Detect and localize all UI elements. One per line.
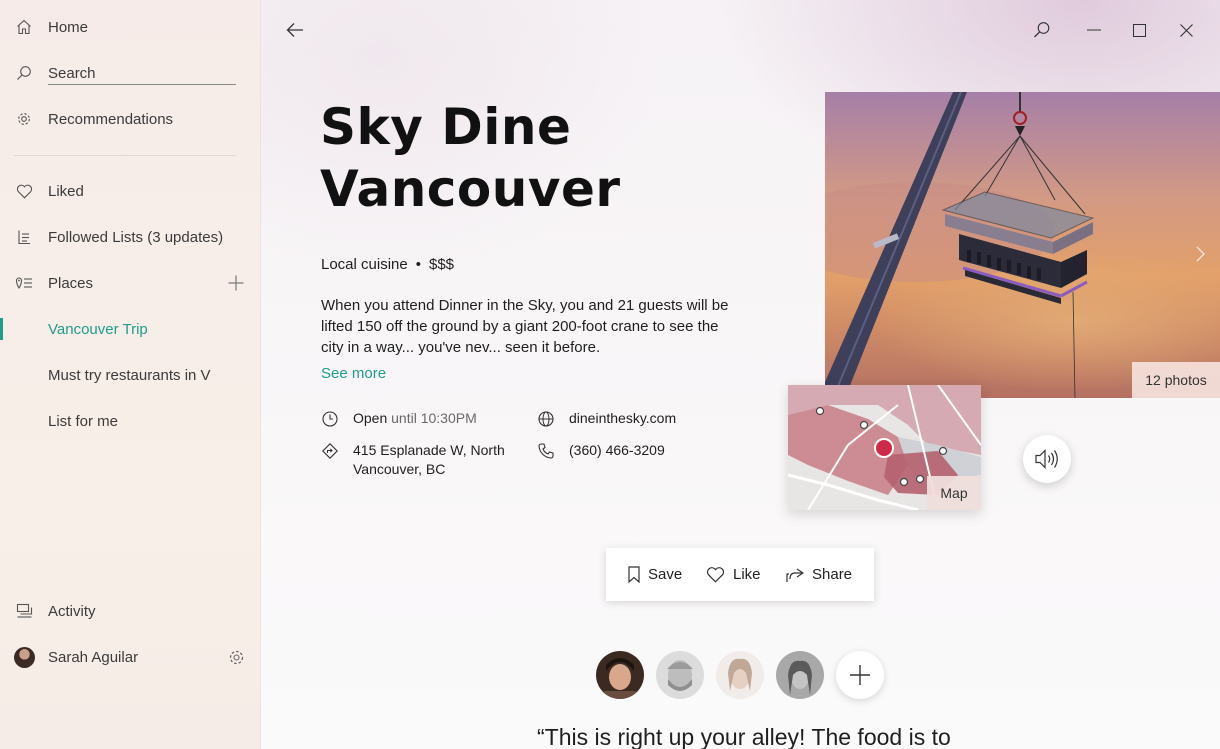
heart-icon xyxy=(706,566,725,583)
clock-icon xyxy=(321,410,339,428)
gear-icon xyxy=(229,650,243,664)
sidebar-item-liked[interactable]: Liked xyxy=(0,171,260,211)
maximize-icon xyxy=(1132,23,1146,37)
action-bar: Save Like Share xyxy=(606,548,874,601)
bookmark-icon xyxy=(628,566,640,583)
search-icon xyxy=(14,63,34,83)
directions-icon xyxy=(321,442,339,460)
back-button[interactable] xyxy=(281,16,309,44)
home-icon xyxy=(14,17,34,37)
share-icon xyxy=(786,568,804,582)
list-icon xyxy=(14,227,34,247)
photo-count-badge[interactable]: 12 photos xyxy=(1132,362,1220,398)
gear-icon xyxy=(14,109,34,129)
map-label[interactable]: Map xyxy=(927,476,981,510)
sidebar-item-places[interactable]: Places xyxy=(0,263,260,303)
search-input[interactable]: Search xyxy=(48,65,96,82)
sidebar-search[interactable]: Search xyxy=(0,53,260,93)
like-label: Like xyxy=(733,566,761,583)
sidebar-item-followed-lists[interactable]: Followed Lists (3 updates) xyxy=(0,217,260,257)
place-photo[interactable]: 12 photos xyxy=(825,92,1220,398)
avatar xyxy=(716,651,764,699)
sidebar-item-label: Activity xyxy=(48,602,96,620)
sidebar-item-label: Must try restaurants in V xyxy=(48,366,211,384)
separator: • xyxy=(415,256,421,273)
see-more-link[interactable]: See more xyxy=(321,365,386,382)
plus-icon xyxy=(228,275,244,291)
place-meta: Local cuisine • $$$ xyxy=(321,256,454,273)
comment-text: “This is right up your alley! The food i… xyxy=(537,724,951,749)
dinner-in-the-sky-photo xyxy=(825,92,1220,398)
phone: (360) 466-3209 xyxy=(569,442,665,458)
user-name: Sarah Aguilar xyxy=(48,648,139,666)
maximize-button[interactable] xyxy=(1125,16,1153,44)
sidebar-item-label: List for me xyxy=(48,412,119,430)
sidebar-item-list-for-me[interactable]: List for me xyxy=(0,401,260,441)
hours: until 10:30PM xyxy=(391,410,477,426)
collaborator-avatar[interactable] xyxy=(656,651,704,699)
sidebar-item-label: Vancouver Trip xyxy=(48,320,148,338)
avatar xyxy=(596,651,644,699)
share-label: Share xyxy=(812,566,853,583)
sidebar-item-label: Places xyxy=(48,274,94,292)
heart-icon xyxy=(14,181,34,201)
like-button[interactable]: Like xyxy=(706,548,761,601)
chat-icon xyxy=(14,601,34,621)
open-status: Open xyxy=(353,410,388,426)
globe-icon xyxy=(537,410,555,428)
window-search-button[interactable] xyxy=(1028,16,1056,44)
sidebar-item-activity[interactable]: Activity xyxy=(0,591,260,631)
divider xyxy=(14,155,236,156)
sidebar-item-vancouver-trip[interactable]: Vancouver Trip xyxy=(0,309,260,349)
settings-button[interactable] xyxy=(226,647,246,667)
category: Local cuisine xyxy=(321,256,408,273)
sidebar-item-home[interactable]: Home xyxy=(0,7,260,47)
collaborator-avatar[interactable] xyxy=(716,651,764,699)
chevron-right-icon xyxy=(1196,246,1205,262)
sidebar-item-label: Recommendations xyxy=(48,110,174,128)
website: dineinthesky.com xyxy=(569,410,677,426)
add-collaborator-button[interactable] xyxy=(836,651,884,699)
sidebar-item-label: Liked xyxy=(48,182,84,200)
sidebar: Home Search Recommendations Liked Follow… xyxy=(0,0,261,749)
main-content: Sky Dine Vancouver Local cuisine • $$$ W… xyxy=(261,0,1220,749)
sidebar-item-label: Home xyxy=(48,18,89,36)
share-button[interactable]: Share xyxy=(786,548,852,601)
map-preview[interactable]: Map xyxy=(788,385,981,510)
sidebar-item-recommendations[interactable]: Recommendations xyxy=(0,99,260,139)
plus-icon xyxy=(850,665,870,685)
add-place-list-button[interactable] xyxy=(226,273,246,293)
close-button[interactable] xyxy=(1172,16,1200,44)
avatar xyxy=(656,651,704,699)
next-photo-button[interactable] xyxy=(1192,242,1208,266)
address: 415 Esplanade W, North Vancouver, BC xyxy=(353,442,505,477)
save-button[interactable]: Save xyxy=(628,548,682,601)
avatar xyxy=(776,651,824,699)
phone-icon xyxy=(537,442,555,460)
sidebar-item-label: Followed Lists (3 updates) xyxy=(48,228,224,246)
collaborator-avatar[interactable] xyxy=(776,651,824,699)
collaborator-avatar[interactable] xyxy=(596,651,644,699)
close-icon xyxy=(1179,23,1193,37)
save-label: Save xyxy=(648,566,683,583)
avatar[interactable] xyxy=(14,647,35,668)
search-icon xyxy=(1034,22,1050,38)
sidebar-item-profile[interactable]: Sarah Aguilar xyxy=(0,637,260,677)
location-list-icon xyxy=(14,273,34,293)
minimize-button[interactable] xyxy=(1080,16,1108,44)
minimize-icon xyxy=(1087,29,1101,31)
search-underline xyxy=(48,84,236,85)
price-level: $$$ xyxy=(428,256,455,273)
arrow-left-icon xyxy=(286,23,303,37)
sidebar-item-must-try-restaurants[interactable]: Must try restaurants in V xyxy=(0,355,260,395)
audio-guide-button[interactable] xyxy=(1023,435,1071,483)
speaker-icon xyxy=(1035,449,1058,469)
page-title: Sky Dine Vancouver xyxy=(320,98,621,218)
place-description: When you attend Dinner in the Sky, you a… xyxy=(321,297,729,356)
